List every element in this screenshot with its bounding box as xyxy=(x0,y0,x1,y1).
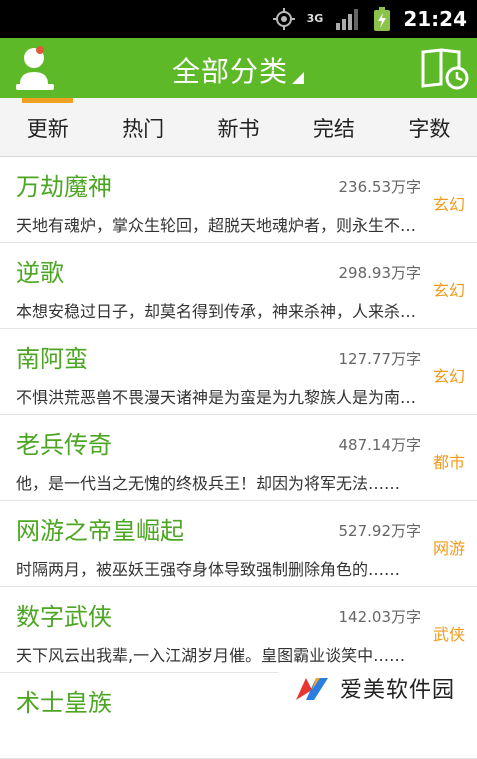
sort-tabs: 更新 热门 新书 完结 字数 xyxy=(0,98,477,157)
book-item[interactable]: 网游之帝皇崛起 527.92万字 网游 时隔两月，被巫妖王强夺身体导致强制删除角… xyxy=(0,501,477,587)
book-item[interactable]: 南阿蛮 127.77万字 玄幻 不惧洪荒恶兽不畏漫天诸神是为蛮是为九黎族人是为南… xyxy=(0,329,477,415)
bookshelf-history-icon[interactable] xyxy=(419,46,469,90)
book-description: 时隔两月，被巫妖王强夺身体导致强制删除角色的…… xyxy=(16,560,401,579)
book-word-count: 527.92万字 xyxy=(338,522,422,540)
book-description: 天地有魂炉，掌众生轮回，超脱天地魂炉者，则永生不灭…… xyxy=(16,216,430,235)
book-title: 南阿蛮 xyxy=(16,345,88,373)
tab-new-books[interactable]: 新书 xyxy=(191,98,286,156)
book-category: 玄幻 xyxy=(432,195,465,214)
network-type-label: 3G xyxy=(306,12,324,25)
book-item[interactable]: 数字武侠 142.03万字 武侠 天下风云出我辈,一入江湖岁月催。皇图霸业谈笑中… xyxy=(0,587,477,673)
book-category: 武侠 xyxy=(432,625,465,644)
book-title: 数字武侠 xyxy=(16,603,112,631)
app-header: 全部分类 xyxy=(0,38,477,98)
watermark-logo-icon xyxy=(296,678,328,700)
status-icons: 3G 21:24 xyxy=(272,0,467,38)
book-item[interactable]: 逆歌 298.93万字 玄幻 本想安稳过日子，却莫名得到传承，神来杀神，人来杀人… xyxy=(0,243,477,329)
book-word-count: 236.53万字 xyxy=(338,178,422,196)
tab-word-count[interactable]: 字数 xyxy=(382,98,477,156)
book-category: 玄幻 xyxy=(432,281,465,300)
tab-update[interactable]: 更新 xyxy=(0,98,95,156)
book-title: 逆歌 xyxy=(16,259,64,287)
status-bar: 3G 21:24 xyxy=(0,0,477,38)
book-word-count: 298.93万字 xyxy=(338,264,422,282)
signal-icon xyxy=(336,9,359,30)
dropdown-caret-icon xyxy=(292,72,304,84)
book-category: 都市 xyxy=(432,453,465,472)
book-word-count: 487.14万字 xyxy=(338,436,422,454)
book-word-count: 142.03万字 xyxy=(338,608,422,626)
book-description: 本想安稳过日子，却莫名得到传承，神来杀神，人来杀人…… xyxy=(16,302,430,321)
battery-icon xyxy=(374,7,391,31)
gps-icon xyxy=(272,8,295,30)
book-description: 他，是一代当之无愧的终极兵王！却因为将军无法…… xyxy=(16,474,401,493)
book-item[interactable]: 万劫魔神 236.53万字 玄幻 天地有魂炉，掌众生轮回，超脱天地魂炉者，则永生… xyxy=(0,157,477,243)
book-category: 玄幻 xyxy=(432,367,465,386)
book-item[interactable]: 老兵传奇 487.14万字 都市 他，是一代当之无愧的终极兵王！却因为将军无法…… xyxy=(0,415,477,501)
clock: 21:24 xyxy=(403,7,467,31)
user-avatar-icon[interactable] xyxy=(14,44,56,92)
tab-completed[interactable]: 完结 xyxy=(286,98,381,156)
tab-popular[interactable]: 热门 xyxy=(95,98,190,156)
book-title: 网游之帝皇崛起 xyxy=(16,517,184,545)
book-word-count: 127.77万字 xyxy=(338,350,422,368)
watermark: 爱美软件园 xyxy=(278,663,477,713)
book-description: 不惧洪荒恶兽不畏漫天诸神是为蛮是为九黎族人是为南阿蛮 xyxy=(16,388,430,407)
book-title: 老兵传奇 xyxy=(16,431,112,459)
book-category: 网游 xyxy=(432,539,465,558)
watermark-text: 爱美软件园 xyxy=(340,678,456,703)
category-selector[interactable]: 全部分类 xyxy=(172,50,288,90)
book-title: 万劫魔神 xyxy=(16,173,112,201)
